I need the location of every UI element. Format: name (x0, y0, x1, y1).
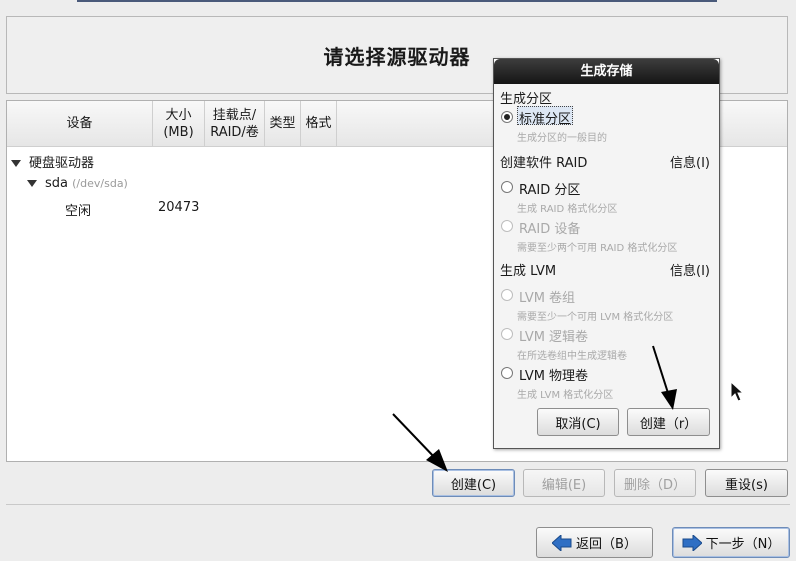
tree-row-sda[interactable]: sda (/dev/sda) (27, 176, 128, 191)
next-button[interactable]: 下一步（N） (672, 527, 790, 558)
tree-sublabel: (/dev/sda) (72, 177, 128, 190)
column-header-device[interactable]: 设备 (7, 101, 153, 147)
option-lvm-physical-volume-desc: 生成 LVM 格式化分区 (517, 390, 614, 401)
tree-label: sda (45, 176, 68, 191)
option-lvm-volume-group[interactable]: LVM 卷组 (519, 287, 575, 306)
tree-label: 空闲 (65, 204, 92, 219)
option-lvm-logical-volume-desc: 在所选卷组中生成逻辑卷 (517, 351, 627, 362)
lvm-info-button[interactable]: 信息(I) (670, 260, 710, 279)
back-button[interactable]: 返回（B） (536, 527, 653, 558)
option-standard-partition[interactable]: 标准分区 (519, 108, 571, 127)
radio-lvm-volume-group[interactable] (501, 289, 513, 301)
separator (6, 504, 790, 505)
option-raid-partition-desc: 生成 RAID 格式化分区 (517, 204, 618, 215)
column-header-mount[interactable]: 挂载点/ RAID/卷 (205, 101, 265, 147)
edit-button[interactable]: 编辑(E) (523, 469, 605, 497)
top-divider (77, 0, 717, 2)
radio-raid-device[interactable] (501, 220, 513, 232)
create-storage-dialog: 生成存储 生成分区 标准分区 生成分区的一般目的 创建软件 RAID 信息(I)… (493, 58, 720, 449)
arrow-left-icon (552, 534, 572, 551)
expander-down-icon[interactable] (11, 160, 21, 167)
delete-button[interactable]: 删除（D） (614, 469, 696, 497)
section-software-raid: 创建软件 RAID (500, 156, 588, 171)
option-raid-device[interactable]: RAID 设备 (519, 218, 580, 237)
dialog-body: 生成分区 标准分区 生成分区的一般目的 创建软件 RAID 信息(I) RAID… (494, 84, 719, 448)
tree-row-hard-drives[interactable]: 硬盘驱动器 (11, 152, 94, 171)
dialog-create-button[interactable]: 创建（r） (627, 408, 710, 436)
radio-lvm-logical-volume[interactable] (501, 328, 513, 340)
radio-raid-partition[interactable] (501, 181, 513, 193)
raid-info-button[interactable]: 信息(I) (670, 152, 710, 171)
column-header-size[interactable]: 大小 (MB) (153, 101, 205, 147)
tree-row-free[interactable]: 空闲 (65, 200, 91, 219)
option-lvm-volume-group-desc: 需要至少一个可用 LVM 格式化分区 (517, 312, 674, 323)
option-raid-device-desc: 需要至少两个可用 RAID 格式化分区 (517, 243, 678, 254)
radio-standard-partition[interactable] (501, 111, 513, 123)
section-create-lvm: 生成 LVM (500, 264, 557, 279)
column-header-type[interactable]: 类型 (265, 101, 301, 147)
option-lvm-logical-volume[interactable]: LVM 逻辑卷 (519, 326, 588, 345)
section-create-partition: 生成分区 (500, 92, 553, 107)
expander-down-icon[interactable] (27, 180, 37, 187)
tree-label: 硬盘驱动器 (29, 156, 95, 171)
create-button[interactable]: 创建(C) (432, 469, 515, 497)
option-standard-desc: 生成分区的一般目的 (517, 133, 607, 144)
dialog-cancel-button[interactable]: 取消(C) (537, 408, 619, 436)
column-header-format[interactable]: 格式 (301, 101, 337, 147)
arrow-right-icon (682, 534, 702, 551)
radio-lvm-physical-volume[interactable] (501, 367, 513, 379)
back-label: 返回（B） (576, 537, 637, 552)
option-raid-partition[interactable]: RAID 分区 (519, 179, 580, 198)
option-lvm-physical-volume[interactable]: LVM 物理卷 (519, 365, 588, 384)
dialog-title: 生成存储 (494, 59, 719, 84)
next-label: 下一步（N） (705, 537, 781, 552)
free-size-value: 20473 (158, 200, 200, 215)
reset-button[interactable]: 重设(s) (705, 469, 788, 497)
